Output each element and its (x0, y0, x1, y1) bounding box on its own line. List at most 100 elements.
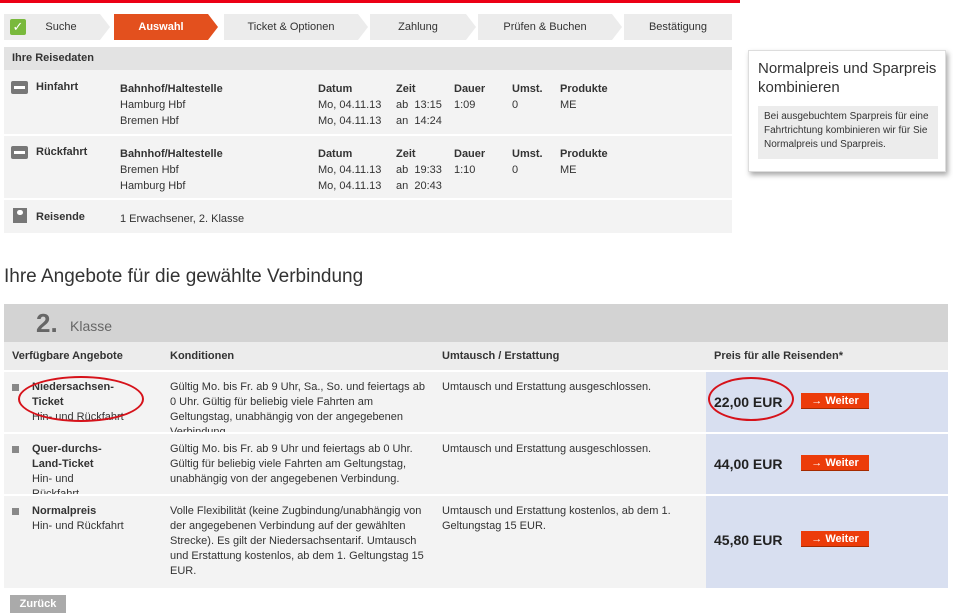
date-to: Mo, 04.11.13 (318, 180, 382, 192)
offer-price: 22,00 EUR (714, 394, 783, 410)
offer-price: 45,80 EUR (714, 532, 783, 548)
changes-column: Umst. 0 (512, 146, 543, 178)
step-suche[interactable]: ✓ Suche (4, 14, 110, 40)
bullet-icon (12, 446, 19, 453)
table-header: Verfügbare Angebote Konditionen Umtausch… (4, 342, 948, 370)
offer-name: Normalpreis Hin- und Rückfahrt (32, 504, 132, 534)
date-column: Datum Mo, 04.11.13 Mo, 04.11.13 (318, 146, 381, 194)
step-label: Suche (45, 21, 77, 33)
station-to: Hamburg Hbf (120, 180, 186, 192)
offer-subtitle: Hin- und Rückfahrt (32, 520, 124, 532)
divider (4, 198, 732, 200)
date-from: Mo, 04.11.13 (318, 99, 382, 111)
offer-conditions: Gültig Mo. bis Fr. ab 9 Uhr, Sa., So. un… (170, 381, 425, 438)
step-bestaetigung: Bestätigung (624, 14, 732, 40)
train-return-icon (11, 146, 28, 159)
column-header: Dauer (454, 83, 486, 95)
changes-value: 0 (512, 164, 519, 176)
station-from: Bremen Hbf (120, 164, 179, 176)
column-header: Bahnhof/Haltestelle (120, 148, 223, 160)
arrival-time: an 14:24 (396, 115, 442, 127)
duration-value: 1:10 (454, 164, 476, 176)
duration-column: Dauer 1:10 (454, 146, 485, 178)
date-to: Mo, 04.11.13 (318, 115, 382, 127)
travellers: Reisende 1 Erwachsener, 2. Klasse (4, 208, 732, 228)
checkmark-icon: ✓ (10, 19, 26, 35)
combine-prices-info-box: Normalpreis und Sparpreis kombinieren Be… (748, 50, 946, 172)
class-label: Klasse (70, 318, 113, 334)
duration-column: Dauer 1:09 (454, 81, 485, 113)
weiter-button[interactable]: → Weiter (801, 455, 869, 471)
step-ticket-optionen: Ticket & Optionen (224, 14, 368, 40)
products-column: Produkte ME (560, 146, 608, 178)
weiter-button[interactable]: → Weiter (801, 531, 869, 547)
step-label: Ticket & Optionen (247, 21, 335, 33)
column-header: Bahnhof/Haltestelle (120, 83, 223, 95)
step-label: Prüfen & Buchen (503, 21, 587, 33)
top-accent-line (0, 0, 740, 3)
offer-row: Quer-durchs-Land-Ticket Hin- und Rückfah… (4, 434, 948, 500)
column-header: Dauer (454, 148, 486, 160)
offer-row: Niedersachsen-Ticket Hin- und Rückfahrt … (4, 372, 948, 438)
offer-exchange: Umtausch und Erstattung kostenlos, ab de… (442, 505, 671, 532)
trip-label: Rückfahrt (36, 146, 88, 158)
offer-conditions: Volle Flexibilität (keine Zugbindung/una… (170, 505, 424, 577)
divider (4, 134, 732, 136)
offer-exchange: Umtausch und Erstattung ausgeschlossen. (442, 381, 652, 393)
time-column: Zeit ab 13:15 an 14:24 (396, 81, 442, 129)
station-column: Bahnhof/Haltestelle Hamburg Hbf Bremen H… (120, 81, 223, 129)
info-title: Normalpreis und Sparpreis kombinieren (758, 60, 937, 96)
bullet-icon (12, 508, 19, 515)
offer-name: Niedersachsen-Ticket Hin- und Rückfahrt (32, 380, 132, 425)
offers-heading: Ihre Angebote für die gewählte Verbindun… (4, 266, 364, 287)
header-conditions: Konditionen (170, 350, 235, 362)
header-offer: Verfügbare Angebote (12, 350, 123, 362)
outbound-trip: Hinfahrt Bahnhof/Haltestelle Hamburg Hbf… (4, 78, 732, 129)
step-label: Bestätigung (648, 21, 708, 33)
column-header: Umst. (512, 148, 543, 160)
column-header: Datum (318, 148, 353, 160)
step-pruefen-buchen: Prüfen & Buchen (478, 14, 622, 40)
offer-title: Quer-durchs-Land-Ticket (32, 443, 102, 470)
bullet-icon (12, 384, 19, 391)
class-number: 2. (36, 308, 58, 338)
step-auswahl: Auswahl (114, 14, 218, 40)
step-label: Auswahl (138, 21, 184, 33)
column-header: Produkte (560, 83, 608, 95)
column-header: Zeit (396, 148, 416, 160)
travellers-label: Reisende (36, 211, 85, 223)
time-column: Zeit ab 19:33 an 20:43 (396, 146, 442, 194)
weiter-button[interactable]: → Weiter (801, 393, 869, 409)
arrival-time: an 20:43 (396, 180, 442, 192)
changes-column: Umst. 0 (512, 81, 543, 113)
products-value: ME (560, 99, 577, 111)
offer-exchange: Umtausch und Erstattung ausgeschlossen. (442, 443, 652, 455)
offer-conditions: Gültig Mo. bis Fr. ab 9 Uhr und feiertag… (170, 443, 413, 485)
header-exchange: Umtausch / Erstattung (442, 350, 560, 362)
trip-label: Hinfahrt (36, 81, 79, 93)
offer-title: Normalpreis (32, 505, 97, 517)
products-column: Produkte ME (560, 81, 608, 113)
class-header: 2. Klasse (4, 304, 948, 342)
offer-name: Quer-durchs-Land-Ticket Hin- und Rückfah… (32, 442, 122, 502)
offer-price: 44,00 EUR (714, 456, 783, 472)
travel-data-panel: Ihre Reisedaten Hinfahrt Bahnhof/Haltest… (4, 47, 732, 233)
offer-row: Normalpreis Hin- und Rückfahrt Volle Fle… (4, 496, 948, 588)
column-header: Produkte (560, 148, 608, 160)
column-header: Datum (318, 83, 353, 95)
info-text: Bei ausgebuchtem Sparpreis für eine Fahr… (758, 106, 938, 159)
travellers-value: 1 Erwachsener, 2. Klasse (120, 213, 245, 225)
date-column: Datum Mo, 04.11.13 Mo, 04.11.13 (318, 81, 381, 129)
offer-title: Niedersachsen-Ticket (32, 381, 114, 408)
station-from: Hamburg Hbf (120, 99, 186, 111)
offers-table: 2. Klasse Verfügbare Angebote Konditione… (4, 304, 948, 588)
station-column: Bahnhof/Haltestelle Bremen Hbf Hamburg H… (120, 146, 223, 194)
step-label: Zahlung (398, 21, 438, 33)
back-button[interactable]: Zurück (10, 595, 66, 613)
offer-subtitle: Hin- und Rückfahrt (32, 411, 124, 423)
column-header: Zeit (396, 83, 416, 95)
column-header: Umst. (512, 83, 543, 95)
departure-time: ab 13:15 (396, 99, 442, 111)
products-value: ME (560, 164, 577, 176)
departure-time: ab 19:33 (396, 164, 442, 176)
